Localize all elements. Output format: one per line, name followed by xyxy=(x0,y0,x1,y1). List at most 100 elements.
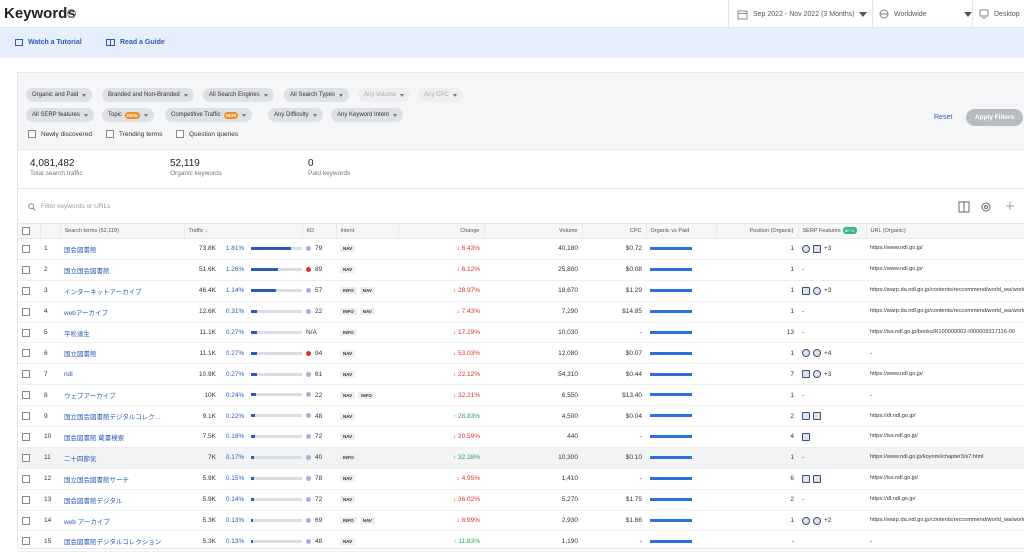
watch-tutorial-link[interactable]: Watch a Tutorial xyxy=(15,39,82,46)
url-cell[interactable]: https://www.ndl.go.jp/ xyxy=(866,238,1024,260)
url-cell[interactable]: https://dl.ndl.go.jp/ xyxy=(866,489,1024,511)
url-cell[interactable]: https://dl.ndl.go.jp/ xyxy=(866,405,1024,428)
trending-terms-checkbox[interactable]: Trending terms xyxy=(106,130,162,138)
url-link[interactable]: https://iss.ndl.go.jp/ xyxy=(870,475,918,481)
filter-volume[interactable]: Any Volume xyxy=(358,88,411,102)
url-cell[interactable]: https://www.ndl.go.jp/ xyxy=(866,259,1024,281)
newly-discovered-checkbox[interactable]: Newly discovered xyxy=(28,130,92,138)
kd-header[interactable]: KD xyxy=(302,223,337,239)
url-link[interactable]: https://warp.da.ndl.go.jp/contents/recco… xyxy=(870,308,1024,314)
table-row[interactable]: 5 平松達生 11.1K 0.27% N/A INFO ↓ 17.29% 10,… xyxy=(18,322,1024,344)
filter-competitive-traffic[interactable]: Competitive Traffic NEW xyxy=(165,108,253,122)
traffic-header[interactable]: Traffic ↓ xyxy=(184,223,303,239)
device-select[interactable]: Desktop xyxy=(972,0,1024,28)
filter-difficulty[interactable]: Any Difficulty xyxy=(268,108,323,122)
cpc-header[interactable]: CPC xyxy=(582,223,647,239)
keyword-link[interactable]: 二十四節気 xyxy=(60,447,184,469)
row-checkbox[interactable] xyxy=(22,495,30,504)
keyword-link[interactable]: 平松達生 xyxy=(60,322,184,344)
keyword-link[interactable]: web アーカイブ xyxy=(60,510,184,532)
apply-filters-button[interactable]: Apply Filters xyxy=(966,109,1023,126)
row-checkbox[interactable] xyxy=(22,391,30,400)
row-checkbox[interactable] xyxy=(22,286,30,295)
table-row[interactable]: 3 インターネットアーカイブ 46.4K 1.14% 57 INFO NAV ↓ … xyxy=(18,280,1024,302)
table-row[interactable]: 8 ウェブアーカイブ 10K 0.24% 22 NAV INFO ↓ 32.21%… xyxy=(18,384,1024,407)
filter-serp-features[interactable]: All SERP features xyxy=(26,108,94,122)
filter-branded[interactable]: Branded and Non-Branded xyxy=(102,88,194,102)
url-cell[interactable]: https://iss.ndl.go.jp/ xyxy=(866,468,1024,490)
search-input[interactable]: Filter keywords or URLs xyxy=(41,203,110,210)
organic-vs-paid-header[interactable]: Organic vs Paid xyxy=(646,223,717,239)
keyword-link[interactable]: 国立国会図書館サーチ xyxy=(60,468,184,490)
url-link[interactable]: https://dl.ndl.go.jp/ xyxy=(870,413,915,419)
url-link[interactable]: https://www.ndl.go.jp/ xyxy=(870,371,923,377)
filter-topic[interactable]: Topic NEW xyxy=(102,108,154,122)
date-range-select[interactable]: Sep 2022 - Nov 2022 (3 Months) xyxy=(728,0,872,28)
url-cell[interactable]: https://warp.da.ndl.go.jp/contents/recco… xyxy=(866,301,1024,323)
url-cell[interactable]: https://www.ndl.go.jp/ xyxy=(866,363,1024,386)
region-select[interactable]: Worldwide xyxy=(872,0,972,28)
table-row[interactable]: 11 二十四節気 7K 0.17% 40 INFO ↑ 32.28% 10,30… xyxy=(18,447,1024,469)
table-row[interactable]: 13 国会図書館デジタル 5.9K 0.14% 72 NAV ↓ 36.02% … xyxy=(18,489,1024,511)
table-row[interactable]: 2 国立国会図書館 51.6K 1.26% 89 NAV ↓ 6.12% 25,… xyxy=(18,259,1024,281)
add-icon[interactable] xyxy=(1005,201,1015,211)
volume-header[interactable]: Volume xyxy=(484,223,583,239)
table-row[interactable]: 6 国立図書館 11.1K 0.27% 94 NAV ↓ 53.03% 12,0… xyxy=(18,342,1024,365)
url-cell[interactable]: https://www.ndl.go.jp/koyomi/chapter3/s7… xyxy=(866,447,1024,469)
keyword-link[interactable]: ndl xyxy=(60,363,184,386)
keyword-link[interactable]: インターネットアーカイブ xyxy=(60,280,184,302)
question-queries-checkbox[interactable]: Question queries xyxy=(176,130,238,138)
url-link[interactable]: https://www.ndl.go.jp/koyomi/chapter3/s7… xyxy=(870,454,983,460)
row-checkbox[interactable] xyxy=(22,432,30,441)
serp-features-header[interactable]: SERP Features BETA xyxy=(798,223,867,239)
table-row[interactable]: 12 国立国会図書館サーチ 5.9K 0.15% 78 NAV ↓ 4.95% … xyxy=(18,468,1024,490)
select-all-checkbox[interactable] xyxy=(22,227,30,235)
url-link[interactable]: https://www.ndl.go.jp/ xyxy=(870,266,923,272)
row-checkbox[interactable] xyxy=(22,349,30,358)
settings-icon[interactable] xyxy=(980,201,992,213)
url-cell[interactable]: https://iss.ndl.go.jp/ xyxy=(866,426,1024,448)
table-row[interactable]: 7 ndl 10.9K 0.27% 61 NAV ↓ 22.12% 54,310… xyxy=(18,363,1024,386)
row-checkbox[interactable] xyxy=(22,537,30,546)
url-link[interactable]: https://www.ndl.go.jp/ xyxy=(870,245,923,251)
filter-search-types[interactable]: All Search Types xyxy=(284,88,349,102)
url-link[interactable]: https://warp.da.ndl.go.jp/contents/recco… xyxy=(870,287,1024,293)
search-terms-header[interactable]: Search terms (52,119) xyxy=(60,223,185,239)
keyword-link[interactable]: webアーカイブ xyxy=(60,301,184,323)
keyword-link[interactable]: 国会図書館デジタル xyxy=(60,489,184,511)
row-checkbox[interactable] xyxy=(22,516,30,525)
row-checkbox[interactable] xyxy=(22,265,30,274)
table-row[interactable]: 1 国会図書館 73.8K 1.81% 79 NAV ↓ 6.43% 40,18… xyxy=(18,238,1024,260)
position-header[interactable]: Position (Organic) xyxy=(716,223,799,239)
url-cell[interactable]: https://warp.da.ndl.go.jp/contents/recco… xyxy=(866,280,1024,302)
table-row[interactable]: 14 web アーカイブ 5.3K 0.13% 69 INFO NAV ↓ 8.9… xyxy=(18,510,1024,532)
table-row[interactable]: 4 webアーカイブ 12.6K 0.31% 22 INFO NAV ↓ 7.43… xyxy=(18,301,1024,323)
keyword-link[interactable]: ウェブアーカイブ xyxy=(60,384,184,407)
url-link[interactable]: https://warp.da.ndl.go.jp/contents/recco… xyxy=(870,517,1024,523)
row-checkbox[interactable] xyxy=(22,307,30,316)
row-checkbox[interactable] xyxy=(22,328,30,337)
reset-button[interactable]: Reset xyxy=(934,114,952,121)
filter-keyword-intent[interactable]: Any Keyword Intent xyxy=(331,108,404,122)
url-link[interactable]: https://iss.ndl.go.jp/books/R100000002-I… xyxy=(870,329,1015,335)
filter-organic-paid[interactable]: Organic and Paid xyxy=(26,88,93,102)
excel-export-icon[interactable] xyxy=(958,201,970,213)
table-row[interactable]: 9 国立国会図書館デジタルコレク... 9.1K 0.22% 48 NAV ↑ … xyxy=(18,405,1024,428)
row-checkbox[interactable] xyxy=(22,412,30,421)
keyword-link[interactable]: 国会図書館 蔵書検索 xyxy=(60,426,184,448)
keyword-link[interactable]: 国会図書館 xyxy=(60,238,184,260)
url-cell[interactable]: https://iss.ndl.go.jp/books/R100000002-I… xyxy=(866,322,1024,344)
url-link[interactable]: https://iss.ndl.go.jp/ xyxy=(870,433,918,439)
table-row[interactable]: 10 国会図書館 蔵書検索 7.5K 0.18% 72 NAV ↓ 20.59%… xyxy=(18,426,1024,448)
row-checkbox[interactable] xyxy=(22,244,30,253)
keyword-link[interactable]: 国立図書館 xyxy=(60,342,184,365)
row-checkbox[interactable] xyxy=(22,453,30,462)
url-header[interactable]: URL (Organic) xyxy=(866,223,1024,239)
url-cell[interactable]: https://warp.da.ndl.go.jp/contents/recco… xyxy=(866,510,1024,532)
filter-cpc[interactable]: Any CPC xyxy=(418,88,463,102)
filter-search-engines[interactable]: All Search Engines xyxy=(203,88,274,102)
read-guide-link[interactable]: Read a Guide xyxy=(106,39,165,46)
info-icon[interactable]: i xyxy=(67,9,76,18)
url-link[interactable]: https://dl.ndl.go.jp/ xyxy=(870,496,915,502)
keyword-link[interactable]: 国立国会図書館 xyxy=(60,259,184,281)
